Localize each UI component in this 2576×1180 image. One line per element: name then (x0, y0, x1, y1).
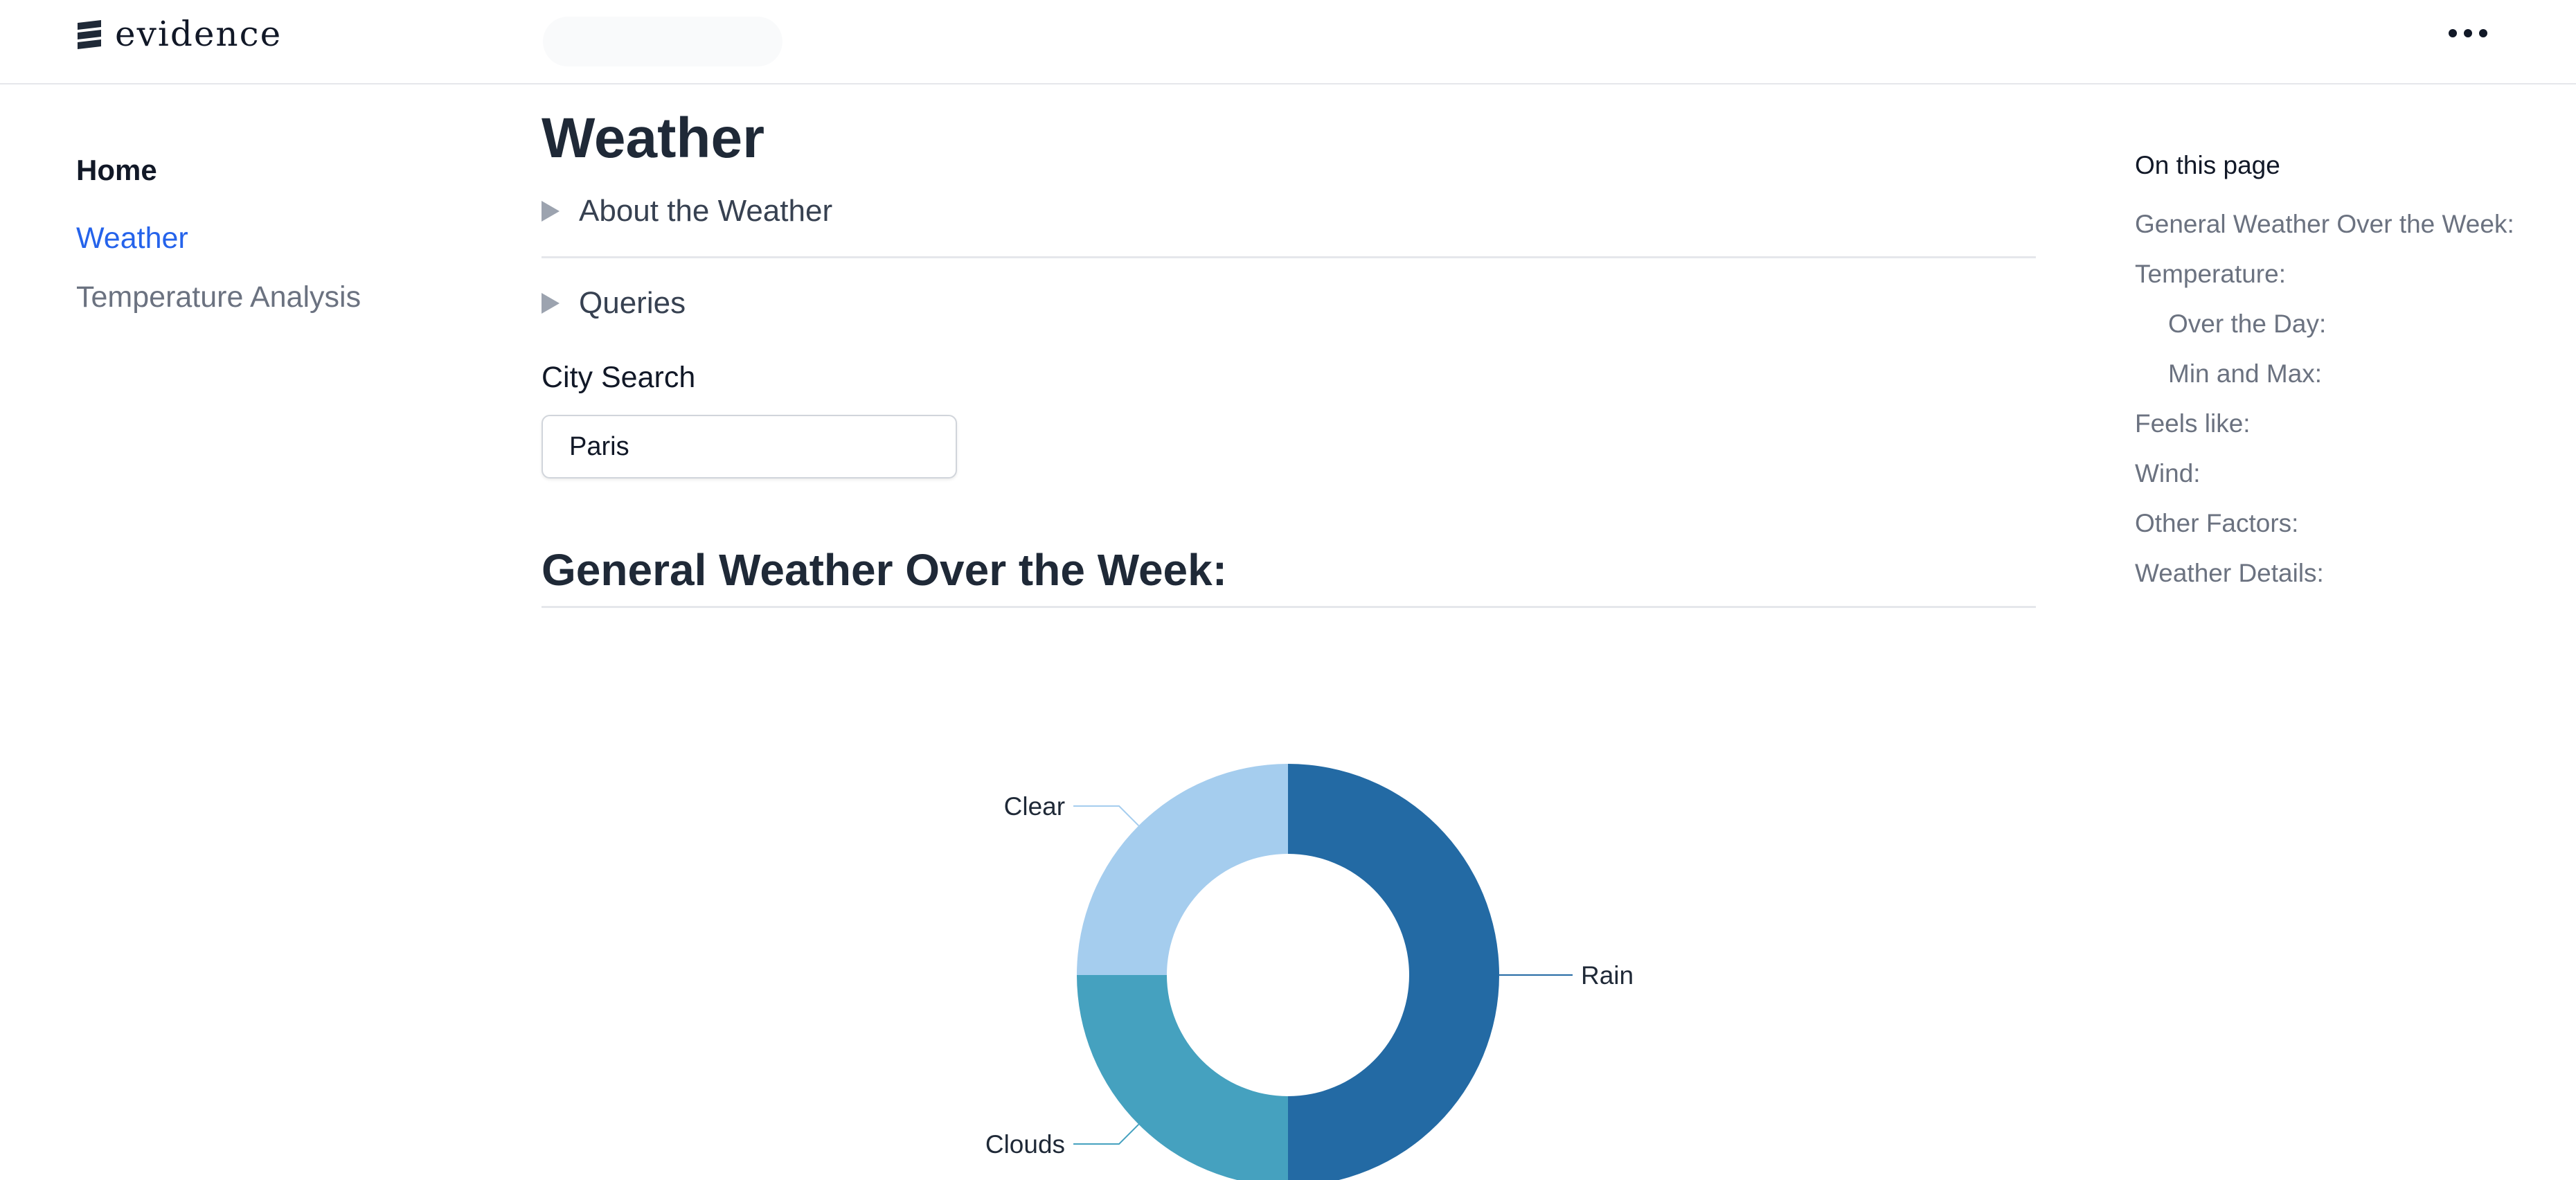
main-content: Weather About the Weather Queries City S… (542, 97, 2036, 608)
city-search-input[interactable] (542, 415, 957, 479)
queries-label: Queries (579, 286, 686, 320)
toc-item[interactable]: Wind: (2135, 457, 2523, 490)
more-horizontal-icon[interactable] (2449, 24, 2487, 43)
details-queries: Queries (542, 272, 2036, 355)
table-of-contents: On this page General Weather Over the We… (2135, 151, 2523, 607)
sidebar-nav: Home Weather Temperature Analysis (76, 154, 436, 339)
logo-text: evidence (115, 14, 283, 54)
toc-title: On this page (2135, 151, 2280, 179)
toc-item[interactable]: Weather Details: (2135, 557, 2523, 590)
toc-item[interactable]: Feels like: (2135, 407, 2523, 440)
section-heading-general-weather: General Weather Over the Week: (542, 545, 1228, 595)
donut-slice-clear[interactable] (1077, 764, 1288, 975)
label-leader-line (1073, 805, 1140, 827)
triangle-right-icon (542, 293, 560, 314)
queries-toggle[interactable]: Queries (542, 272, 2036, 334)
toc-list: General Weather Over the Week: Temperatur… (2135, 208, 2523, 590)
label-leader-line (1073, 1123, 1140, 1145)
city-search-label: City Search (542, 361, 696, 394)
search-placeholder-pill[interactable] (543, 17, 782, 66)
toc-item[interactable]: General Weather Over the Week: (2135, 208, 2523, 241)
toc-item[interactable]: Over the Day: (2135, 307, 2523, 341)
sidebar-item-weather[interactable]: Weather (76, 222, 436, 256)
triangle-right-icon (542, 201, 560, 222)
toc-item[interactable]: Other Factors: (2135, 507, 2523, 540)
sidebar-item-temperature-analysis[interactable]: Temperature Analysis (76, 280, 436, 314)
slice-label-rain: Rain (1581, 961, 1634, 990)
slice-label-clouds: Clouds (985, 1130, 1065, 1159)
donut-slice-clouds[interactable] (1077, 975, 1288, 1180)
slice-label-clear: Clear (1004, 792, 1065, 821)
about-weather-label: About the Weather (579, 194, 833, 228)
toc-item[interactable]: Temperature: (2135, 258, 2523, 291)
page-title: Weather (542, 107, 765, 170)
evidence-logo[interactable]: evidence (75, 10, 282, 58)
about-weather-toggle[interactable]: About the Weather (542, 180, 2036, 242)
top-header: evidence (0, 0, 2576, 84)
donut-slice-rain[interactable] (1288, 764, 1499, 1180)
evidence-logo-icon (78, 20, 101, 49)
toc-item[interactable]: Min and Max: (2135, 357, 2523, 391)
details-about-weather: About the Weather (542, 180, 2036, 258)
section-divider (542, 606, 2036, 608)
sidebar-item-home[interactable]: Home (76, 154, 436, 187)
